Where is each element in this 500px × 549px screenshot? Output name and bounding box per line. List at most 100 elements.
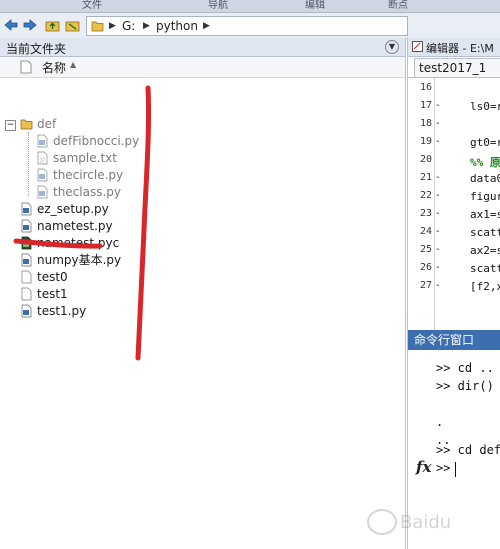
breadcrumb-python[interactable]: python (156, 17, 198, 35)
up-folder-icon[interactable] (44, 17, 60, 33)
line-number: 24 (419, 226, 432, 237)
menu-navigate[interactable]: 导航 (208, 0, 228, 12)
item-name: nametest.py (37, 219, 113, 233)
menu-edit[interactable]: 编辑 (305, 0, 325, 12)
python-file-icon (21, 304, 32, 318)
code-line: ls0=r (470, 100, 500, 113)
gutter-divider (434, 78, 435, 331)
item-name: numpy基本.py (37, 253, 122, 267)
item-name: theclass.py (53, 185, 122, 199)
watermark-logo: Baidu (367, 509, 451, 535)
file-icon (21, 270, 32, 284)
line-number: 19 (419, 136, 432, 147)
tree-guide (28, 132, 29, 196)
menu-file[interactable]: 文件 (82, 0, 102, 12)
menu-breakpoints[interactable]: 断点 (388, 0, 408, 12)
breadcrumb-drive[interactable]: G: (122, 17, 135, 35)
line-marker[interactable]: - (436, 208, 440, 219)
item-name: test0 (37, 270, 68, 284)
menu-strip: 文件 导航 编辑 断点 (0, 0, 500, 13)
item-name: ez_setup.py (37, 202, 109, 216)
panel-titlebar: 当前文件夹 ▼ (0, 38, 405, 57)
folder-icon (20, 119, 33, 130)
python-file-icon (21, 219, 32, 233)
svg-text:Baidu: Baidu (400, 512, 451, 533)
line-marker[interactable]: - (436, 100, 440, 111)
editor-title: 编辑器 - E:\M (426, 42, 494, 55)
line-number: 21 (419, 172, 432, 183)
code-line: ax2=s (470, 244, 500, 257)
line-number: 26 (419, 262, 432, 273)
code-area[interactable]: 16 17 - ls0=r 18 - 19 - gt0=r 20 %% 原 21… (408, 77, 500, 331)
line-number: 16 (419, 82, 432, 93)
line-marker[interactable]: - (436, 190, 440, 201)
path-separator-icon[interactable]: ▶ (203, 17, 210, 35)
line-number: 17 (419, 100, 432, 111)
command-line: >> cd .. (436, 361, 494, 375)
function-browser-icon[interactable]: fx (416, 458, 431, 476)
panel-title: 当前文件夹 (6, 42, 67, 56)
code-line-comment: %% 原 (470, 156, 500, 169)
code-line: gt0=r (470, 136, 500, 149)
collapse-toggle-icon[interactable]: − (5, 120, 16, 131)
item-name: test1 (37, 287, 68, 301)
item-name: defFibnocci.py (53, 134, 140, 148)
command-line: >> dir() (436, 379, 494, 393)
path-separator-icon[interactable]: ▶ (143, 17, 150, 35)
item-name: def (37, 117, 57, 131)
forward-icon[interactable] (22, 17, 38, 33)
line-marker[interactable]: - (436, 172, 440, 183)
line-marker[interactable]: - (436, 226, 440, 237)
line-marker[interactable]: - (436, 118, 440, 129)
line-number: 18 (419, 118, 432, 129)
path-box[interactable]: ▶ G: ▶ python ▶ (86, 16, 408, 36)
column-header[interactable]: 名称 ▲ (0, 57, 405, 78)
code-line: [f2,x (470, 280, 500, 293)
line-marker[interactable]: - (436, 262, 440, 273)
line-marker[interactable]: - (436, 280, 440, 291)
item-name: thecircle.py (53, 168, 124, 182)
file-type-icon (20, 60, 32, 74)
text-file-icon (37, 151, 48, 165)
code-line: data0 (470, 172, 500, 185)
line-marker[interactable]: - (436, 136, 440, 147)
item-name: nametest.pyc (37, 236, 120, 250)
code-line: figur (470, 190, 500, 203)
file-icon (21, 287, 32, 301)
text-cursor (455, 462, 456, 477)
folder-icon (91, 21, 104, 32)
editor-panel: 编辑器 - E:\M test2017_1 16 17 - ls0=r 18 -… (407, 38, 500, 331)
python-file-icon (21, 253, 32, 267)
command-window-title: 命令行窗口 (408, 330, 500, 350)
code-line: ax1=s (470, 208, 500, 221)
line-number: 27 (419, 280, 432, 291)
item-name: test1.py (37, 304, 87, 318)
path-separator-icon[interactable]: ▶ (109, 17, 116, 35)
line-number: 23 (419, 208, 432, 219)
code-line: scatt (470, 262, 500, 275)
line-marker[interactable]: - (436, 244, 440, 255)
editor-icon (412, 41, 423, 52)
line-number: 20 (419, 154, 432, 165)
command-output: . (436, 415, 444, 429)
editor-tab-label: test2017_1 (419, 61, 487, 75)
python-file-icon (37, 134, 48, 148)
line-number: 22 (419, 190, 432, 201)
compiled-file-icon (21, 236, 32, 250)
browse-folder-icon[interactable] (64, 17, 80, 33)
panel-menu-icon[interactable]: ▼ (385, 40, 399, 54)
item-name: sample.txt (53, 151, 117, 165)
address-bar: ▶ G: ▶ python ▶ (0, 13, 500, 39)
editor-titlebar: 编辑器 - E:\M (408, 38, 500, 57)
command-prompt[interactable]: >> (436, 461, 450, 475)
column-name-label[interactable]: 名称 (42, 59, 66, 76)
back-icon[interactable] (3, 17, 19, 33)
editor-tab[interactable]: test2017_1 (414, 58, 500, 77)
line-number: 25 (419, 244, 432, 255)
sort-ascending-icon[interactable]: ▲ (70, 60, 76, 69)
command-line: >> cd def (436, 443, 500, 457)
python-file-icon (37, 168, 48, 182)
current-folder-panel: 当前文件夹 ▼ 名称 ▲ − def defFibnocci.py sample… (0, 38, 406, 549)
code-line: scatt (470, 226, 500, 239)
python-file-icon (37, 185, 48, 199)
